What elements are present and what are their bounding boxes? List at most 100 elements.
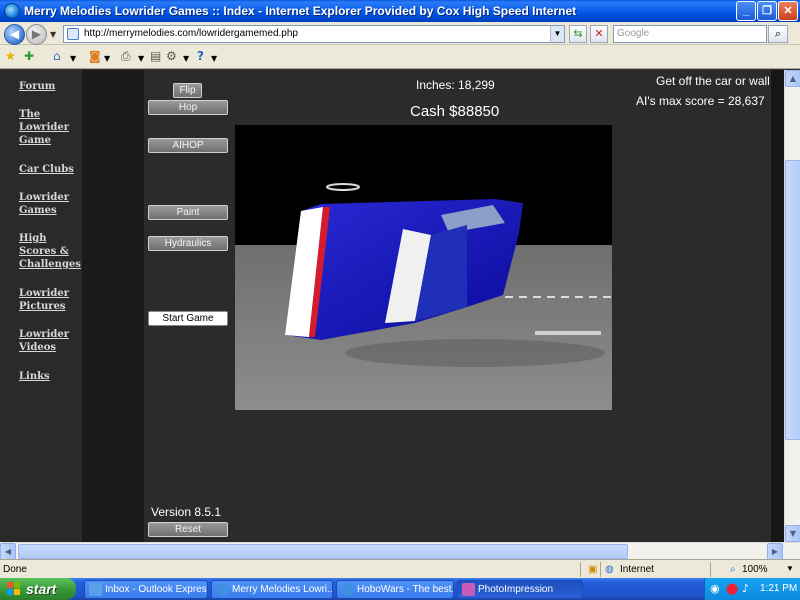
ai-max-score: AI's max score = 28,637 — [636, 94, 765, 108]
task-label: PhotoImpression — [478, 584, 554, 595]
sidebar-item-high-scores[interactable]: High Scores & Challenges — [19, 232, 81, 271]
address-dropdown-icon[interactable]: ▼ — [550, 26, 564, 42]
zoom-level[interactable]: 100% — [742, 564, 768, 575]
internet-explorer-icon — [4, 3, 20, 19]
help-dropdown-icon[interactable]: ▼ — [211, 52, 217, 66]
version-label: Version 8.5.1 — [151, 505, 222, 519]
paint-button[interactable]: Paint — [148, 205, 228, 220]
hydraulics-button[interactable]: Hydraulics — [148, 236, 228, 251]
task-label: Inbox - Outlook Express — [105, 584, 208, 595]
start-button[interactable]: start — [0, 578, 76, 600]
start-game-button[interactable]: Start Game — [148, 311, 228, 326]
search-icon[interactable]: ⌕ — [768, 25, 788, 43]
task-outlook-express[interactable]: Inbox - Outlook Express — [84, 580, 208, 599]
network-icon[interactable]: ◉ — [710, 582, 720, 595]
outlook-icon — [89, 583, 102, 596]
status-bar: Done ▣ ◍ Internet ⌕ 100% ▼ — [0, 559, 800, 578]
title-bar[interactable]: Merry Melodies Lowrider Games :: Index -… — [0, 0, 800, 22]
task-merry-melodies[interactable]: Merry Melodies Lowri... — [211, 580, 333, 599]
scroll-left-icon[interactable]: ◀ — [0, 543, 16, 560]
site-sidebar: Forum The Lowrider Game Car Clubs Lowrid… — [0, 70, 82, 542]
start-label: start — [26, 581, 57, 597]
game-viewport[interactable] — [235, 125, 612, 410]
browser-window: Merry Melodies Lowrider Games :: Index -… — [0, 0, 800, 600]
sidebar-item-lowrider-games[interactable]: Lowrider Games — [19, 191, 79, 217]
zoom-dropdown-icon[interactable]: ▼ — [786, 564, 794, 573]
vertical-scroll-thumb[interactable] — [785, 160, 800, 440]
minimize-button[interactable]: _ — [736, 1, 756, 21]
sidebar-item-car-clubs[interactable]: Car Clubs — [19, 163, 79, 176]
status-text: Done — [3, 564, 27, 575]
system-tray: ◉ ⬤ ♪ 1:21 PM — [704, 578, 800, 600]
status-divider — [580, 562, 581, 577]
address-bar[interactable]: http://merrymelodies.com/lowridergamemed… — [63, 25, 565, 43]
page-content: Forum The Lowrider Game Car Clubs Lowrid… — [0, 70, 784, 542]
add-favorites-icon[interactable]: ✚ — [24, 49, 34, 63]
horizontal-scrollbar[interactable]: ◀ ▶ — [0, 542, 800, 560]
status-divider — [710, 562, 711, 577]
status-divider — [600, 562, 601, 577]
game-scene — [235, 125, 612, 410]
address-toolbar: ◀ ▶ ▼ http://merrymelodies.com/lowriderg… — [0, 22, 800, 45]
cash-readout: Cash $88850 — [410, 103, 500, 120]
ie-task-icon — [216, 583, 229, 596]
command-bar: ★ ✚ ⌂ ▼ ◙ ▼ ⎙ ▼ ▤ ⚙ ▼ ? ▼ — [0, 45, 800, 69]
task-label: HoboWars - The best... — [357, 584, 454, 595]
tools-gear-icon[interactable]: ⚙ — [166, 49, 177, 63]
sidebar-item-forum[interactable]: Forum — [19, 80, 79, 93]
scroll-right-icon[interactable]: ▶ — [767, 543, 783, 560]
scroll-down-icon[interactable]: ▼ — [785, 525, 800, 542]
close-button[interactable]: ✕ — [778, 1, 798, 21]
sidebar-item-lowrider-pictures[interactable]: Lowrider Pictures — [19, 287, 79, 313]
favorites-star-icon[interactable]: ★ — [5, 49, 16, 63]
task-photoimpression[interactable]: PhotoImpression — [457, 580, 583, 599]
flip-button[interactable]: Flip — [173, 83, 202, 98]
feeds-dropdown-icon[interactable]: ▼ — [104, 52, 110, 66]
road-marking — [535, 331, 601, 335]
page-menu-icon[interactable]: ▤ — [150, 49, 161, 63]
stop-icon[interactable]: ✕ — [590, 25, 608, 43]
forward-button[interactable]: ▶ — [26, 24, 47, 45]
alert-icon[interactable]: ⬤ — [726, 582, 738, 595]
sidebar-item-the-lowrider-game[interactable]: The Lowrider Game — [19, 108, 79, 147]
help-icon[interactable]: ? — [197, 49, 204, 63]
zoom-icon[interactable]: ⌕ — [730, 564, 736, 575]
hop-button[interactable]: Hop — [148, 100, 228, 115]
internet-globe-icon: ◍ — [605, 564, 614, 575]
inches-readout: Inches: 18,299 — [416, 78, 495, 92]
feeds-icon[interactable]: ◙ — [89, 49, 101, 63]
ie-task-icon — [341, 583, 354, 596]
task-label: Merry Melodies Lowri... — [232, 584, 333, 595]
restore-button[interactable]: ❐ — [757, 1, 777, 21]
aihop-button[interactable]: AIHOP — [148, 138, 228, 153]
photoimpression-icon — [462, 583, 475, 596]
car-shadow — [345, 339, 605, 367]
scroll-up-icon[interactable]: ▲ — [785, 70, 800, 87]
page-icon — [67, 28, 79, 40]
security-lock-icon: ▣ — [588, 564, 598, 575]
sidebar-item-lowrider-videos[interactable]: Lowrider Videos — [19, 328, 79, 354]
window-title: Merry Melodies Lowrider Games :: Index -… — [24, 4, 577, 18]
right-margin — [771, 70, 784, 542]
tools-dropdown-icon[interactable]: ▼ — [183, 52, 189, 66]
search-input[interactable]: Google — [613, 25, 767, 43]
task-hobowars[interactable]: HoboWars - The best... — [336, 580, 454, 599]
volume-icon[interactable]: ♪ — [742, 582, 749, 595]
home-icon[interactable]: ⌂ — [53, 49, 61, 63]
reset-button[interactable]: Reset — [148, 522, 228, 537]
print-icon[interactable]: ⎙ — [121, 49, 131, 63]
vertical-scrollbar[interactable]: ▲ ▼ — [784, 70, 800, 542]
url-text[interactable]: http://merrymelodies.com/lowridergamemed… — [84, 28, 298, 39]
clock: 1:21 PM — [760, 583, 798, 594]
print-dropdown-icon[interactable]: ▼ — [138, 52, 144, 66]
back-button[interactable]: ◀ — [4, 24, 25, 45]
horizontal-scroll-thumb[interactable] — [18, 544, 628, 559]
history-dropdown-icon[interactable]: ▼ — [50, 30, 56, 39]
taskbar: start Inbox - Outlook Express Merry Melo… — [0, 578, 800, 600]
home-dropdown-icon[interactable]: ▼ — [70, 52, 76, 66]
sidebar-item-links[interactable]: Links — [19, 370, 79, 383]
refresh-icon[interactable]: ⇆ — [569, 25, 587, 43]
game-area: Flip Hop AIHOP Paint Hydraulics Start Ga… — [144, 70, 771, 542]
message-text: Get off the car or wall — [656, 74, 770, 88]
column-divider — [82, 70, 144, 542]
